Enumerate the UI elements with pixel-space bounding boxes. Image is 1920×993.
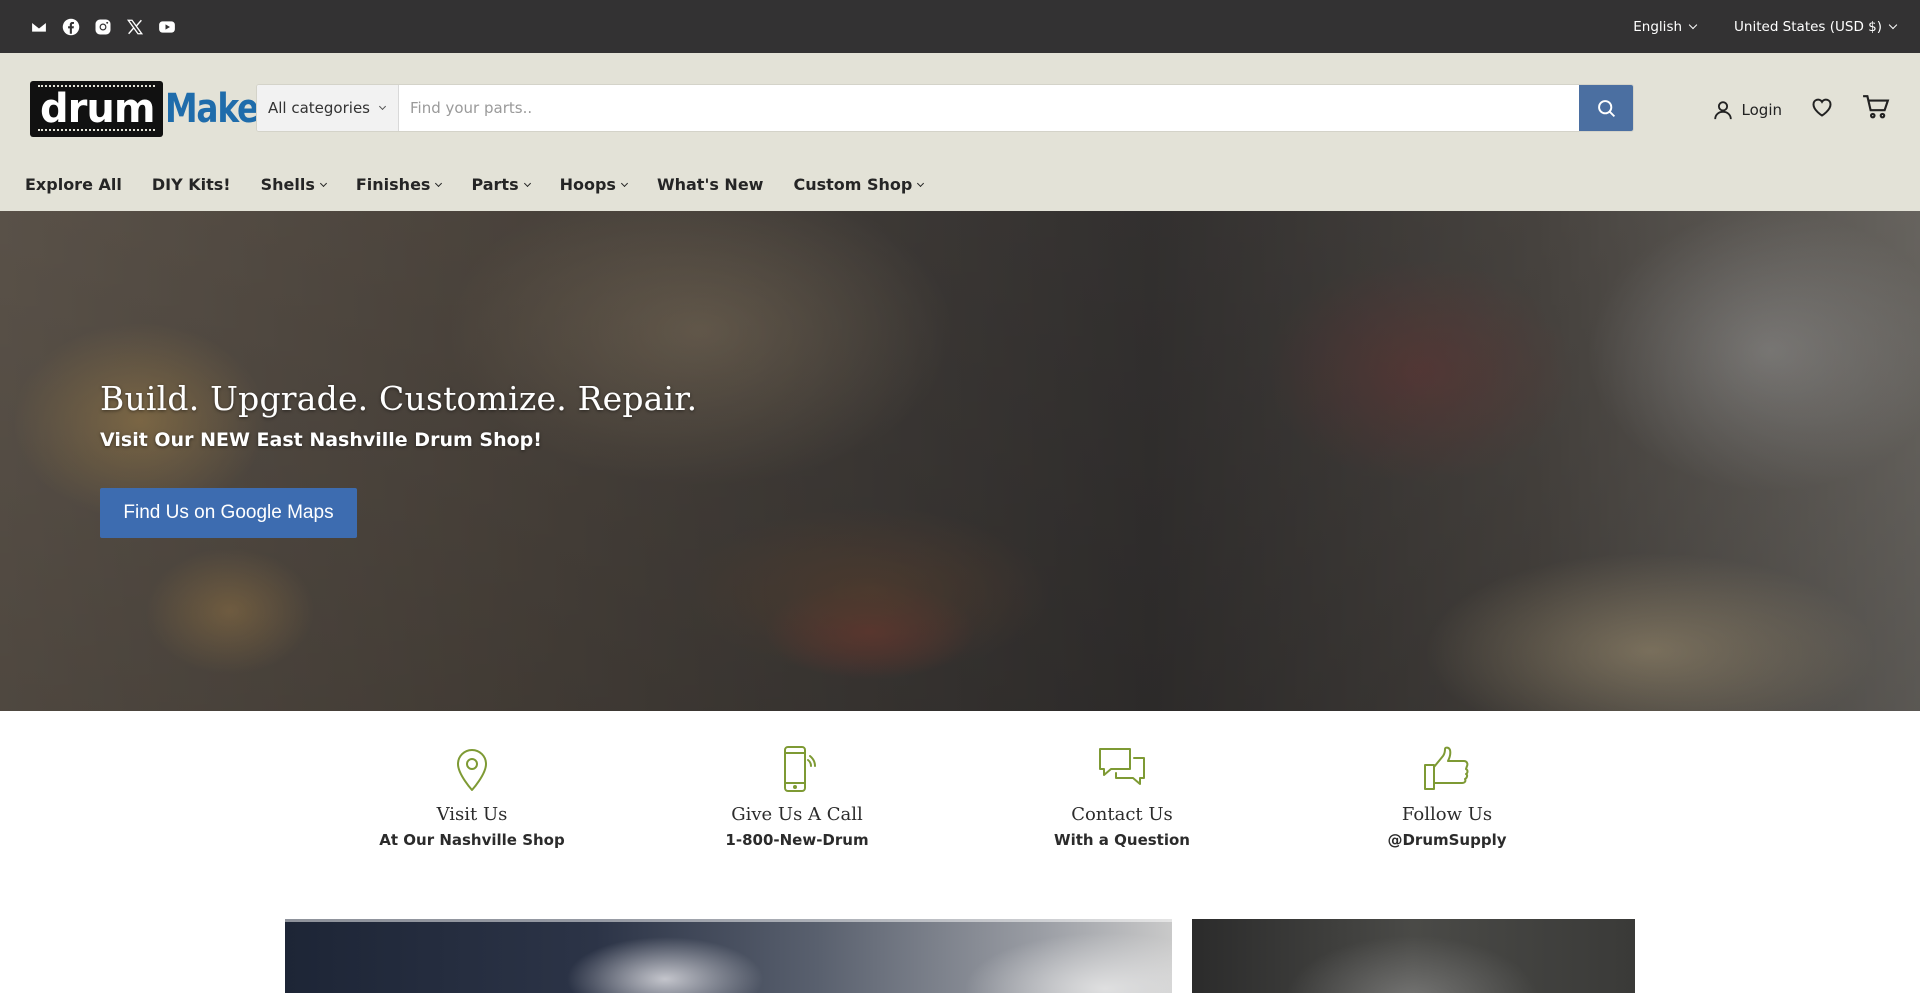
search-button[interactable] bbox=[1579, 85, 1633, 131]
cart-button[interactable] bbox=[1862, 94, 1890, 125]
nav-shells[interactable]: Shells bbox=[260, 174, 327, 194]
main-nav: Explore All DIY Kits! Shells Finishes Pa… bbox=[25, 169, 953, 199]
social-links bbox=[30, 18, 176, 36]
follow-us-block[interactable]: Follow Us @DrumSupply bbox=[1327, 744, 1567, 849]
chevron-down-icon bbox=[1888, 20, 1898, 29]
tile-edge bbox=[285, 919, 1172, 922]
language-select[interactable]: English bbox=[1633, 18, 1698, 35]
contact-us-block[interactable]: Contact Us With a Question bbox=[1002, 744, 1242, 849]
chevron-down-icon bbox=[378, 102, 387, 110]
header-actions: Login bbox=[1712, 94, 1890, 125]
cart-icon bbox=[1863, 95, 1890, 119]
search-input[interactable] bbox=[399, 85, 1579, 131]
x-icon[interactable] bbox=[126, 18, 144, 36]
info-subtitle: 1-800-New-Drum bbox=[725, 831, 869, 849]
contact-info-row: Visit Us At Our Nashville Shop Give Us A… bbox=[0, 711, 1920, 919]
user-icon bbox=[1713, 100, 1732, 119]
nav-whats-new[interactable]: What's New bbox=[657, 175, 764, 194]
info-subtitle: With a Question bbox=[1054, 831, 1190, 849]
visit-us-block[interactable]: Visit Us At Our Nashville Shop bbox=[352, 744, 592, 849]
category-label: All categories bbox=[268, 99, 370, 117]
call-us-block[interactable]: Give Us A Call 1-800-New-Drum bbox=[677, 744, 917, 849]
drummaker-logo[interactable]: drum Maker bbox=[30, 78, 274, 140]
site-header: drum Maker All categories Login Explore … bbox=[0, 53, 1920, 211]
info-subtitle: @DrumSupply bbox=[1387, 831, 1507, 849]
top-bar: English United States (USD $) bbox=[0, 0, 1920, 53]
nav-hoops[interactable]: Hoops bbox=[559, 174, 628, 194]
locale-selectors: English United States (USD $) bbox=[1633, 18, 1898, 35]
info-title: Follow Us bbox=[1401, 804, 1493, 825]
info-title: Visit Us bbox=[436, 804, 508, 825]
nav-label: Shells bbox=[260, 174, 315, 194]
chevron-down-icon bbox=[435, 179, 443, 187]
promo-tile-right[interactable] bbox=[1192, 919, 1635, 993]
info-title: Give Us A Call bbox=[731, 804, 863, 825]
wishlist-button[interactable] bbox=[1810, 95, 1834, 124]
nav-label: What's New bbox=[656, 174, 764, 194]
nav-label: Hoops bbox=[559, 174, 616, 194]
chevron-down-icon bbox=[319, 179, 327, 187]
nav-label: DIY Kits! bbox=[151, 174, 231, 194]
chevron-down-icon bbox=[917, 179, 925, 187]
language-label: English bbox=[1633, 18, 1683, 35]
nav-diy-kits[interactable]: DIY Kits! bbox=[152, 175, 231, 194]
promo-tile-left[interactable] bbox=[285, 919, 1172, 993]
phone-icon bbox=[784, 746, 816, 792]
nav-label: Explore All bbox=[25, 174, 122, 194]
hero-image-overlay bbox=[0, 211, 1920, 711]
logo-plate: drum bbox=[30, 81, 163, 137]
category-select[interactable]: All categories bbox=[257, 85, 399, 131]
hero-title: Build. Upgrade. Customize. Repair. bbox=[100, 379, 698, 418]
nav-custom-shop[interactable]: Custom Shop bbox=[793, 174, 925, 194]
nav-parts[interactable]: Parts bbox=[471, 174, 531, 194]
search-icon bbox=[1597, 99, 1615, 117]
nav-explore-all[interactable]: Explore All bbox=[25, 175, 122, 194]
search-bar: All categories bbox=[256, 84, 1634, 132]
instagram-icon[interactable] bbox=[94, 18, 112, 36]
nav-finishes[interactable]: Finishes bbox=[355, 174, 443, 194]
login-label: Login bbox=[1741, 100, 1782, 119]
info-subtitle: At Our Nashville Shop bbox=[379, 831, 565, 849]
chevron-down-icon bbox=[1688, 20, 1698, 29]
nav-label: Parts bbox=[471, 174, 519, 194]
heart-icon bbox=[1812, 98, 1832, 117]
thumbs-up-icon bbox=[1424, 746, 1469, 790]
google-maps-button[interactable]: Find Us on Google Maps bbox=[100, 488, 357, 538]
email-icon[interactable] bbox=[30, 18, 48, 36]
chat-icon bbox=[1099, 748, 1145, 785]
currency-select[interactable]: United States (USD $) bbox=[1734, 18, 1898, 35]
login-link[interactable]: Login bbox=[1712, 98, 1782, 122]
logo-text-drum: drum bbox=[40, 86, 156, 132]
currency-label: United States (USD $) bbox=[1734, 18, 1882, 35]
hero-banner: Build. Upgrade. Customize. Repair. Visit… bbox=[0, 211, 1920, 711]
map-pin-icon bbox=[457, 749, 487, 791]
nav-label: Finishes bbox=[355, 174, 431, 194]
info-title: Contact Us bbox=[1071, 804, 1173, 825]
chevron-down-icon bbox=[523, 179, 531, 187]
youtube-icon[interactable] bbox=[158, 18, 176, 36]
hero-subtitle: Visit Our NEW East Nashville Drum Shop! bbox=[100, 429, 542, 451]
facebook-icon[interactable] bbox=[62, 18, 80, 36]
nav-label: Custom Shop bbox=[793, 174, 913, 194]
chevron-down-icon bbox=[620, 179, 628, 187]
